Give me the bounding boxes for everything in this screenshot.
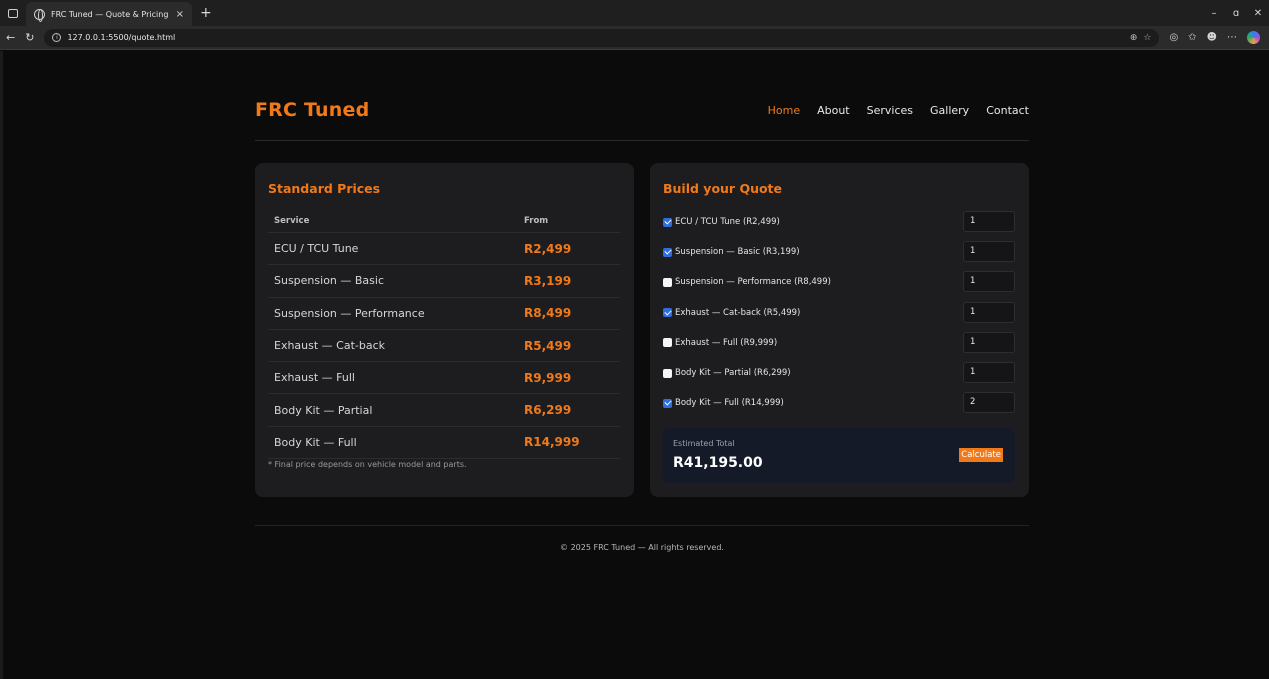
profile-icon[interactable]: ☻ (1207, 32, 1217, 43)
service-price: R3,199 (524, 273, 572, 288)
estimated-total-panel: Estimated Total R41,195.00 Calculate (663, 428, 1015, 483)
item-label[interactable]: Suspension — Basic (R3,199) (675, 247, 800, 257)
nav-about[interactable]: About (817, 104, 850, 117)
quote-item: Body Kit — Full (R14,999) 2 (663, 388, 1015, 418)
service-price: R8,499 (524, 306, 572, 321)
item-label[interactable]: Suspension — Performance (R8,499) (675, 277, 831, 287)
item-checkbox[interactable] (663, 308, 672, 318)
item-checkbox[interactable] (663, 398, 672, 408)
browser-tab[interactable]: FRC Tuned — Quote & Pricing × (26, 2, 192, 26)
service-name: Body Kit — Full (274, 435, 357, 449)
close-window-button[interactable]: ✕ (1247, 8, 1269, 19)
table-row: ECU / TCU Tune R2,499 (268, 233, 620, 266)
refresh-icon[interactable]: ↻ (25, 31, 34, 44)
quantity-input[interactable]: 2 (963, 392, 1015, 414)
site-header: FRC Tuned Home About Services Gallery Co… (255, 99, 1029, 141)
address-bar[interactable]: i 127.0.0.1:5500/quote.html ⊕ ☆ (44, 28, 1160, 47)
toolbar-icons: ◎ ✩ ☻ ⋯ (1169, 31, 1260, 44)
service-column-header: Service (274, 215, 310, 226)
window-controls: – ɑ ✕ (1203, 8, 1269, 19)
quote-item: ECU / TCU Tune (R2,499) 1 (663, 207, 1015, 237)
service-price: R5,499 (524, 338, 572, 353)
page-viewport: FRC Tuned Home About Services Gallery Co… (0, 51, 1269, 679)
quantity-input[interactable]: 1 (963, 211, 1015, 232)
service-name: Suspension — Basic (274, 274, 385, 288)
standard-prices-card: Standard Prices Service From ECU / TCU T… (255, 163, 634, 497)
extensions-icon[interactable]: ◎ (1169, 32, 1178, 43)
item-label[interactable]: Body Kit — Full (R14,999) (675, 398, 784, 408)
quantity-input[interactable]: 1 (963, 361, 1015, 383)
calculate-button[interactable]: Calculate (959, 448, 1003, 462)
item-label[interactable]: ECU / TCU Tune (R2,499) (675, 217, 780, 227)
window-menu-icon[interactable] (0, 0, 26, 26)
item-checkbox[interactable] (663, 368, 672, 378)
service-name: Exhaust — Full (274, 371, 355, 385)
globe-icon (34, 8, 45, 22)
service-name: Exhaust — Cat-back (274, 339, 386, 353)
url-text[interactable]: 127.0.0.1:5500/quote.html (67, 33, 175, 42)
new-tab-button[interactable]: + (200, 5, 212, 21)
price-table: Service From ECU / TCU Tune R2,499 Suspe… (268, 209, 620, 460)
quote-items: ECU / TCU Tune (R2,499) 1 Suspension — B… (663, 207, 1015, 418)
quantity-input[interactable]: 1 (963, 271, 1015, 293)
more-menu-icon[interactable]: ⋯ (1227, 32, 1237, 43)
back-arrow-icon[interactable]: ← (6, 31, 15, 44)
item-label[interactable]: Exhaust — Cat-back (R5,499) (675, 308, 800, 318)
quote-item: Exhaust — Cat-back (R5,499) 1 (663, 298, 1015, 328)
price-disclaimer: * Final price depends on vehicle model a… (268, 460, 467, 469)
service-name: Body Kit — Partial (274, 403, 373, 417)
quantity-input[interactable]: 1 (963, 331, 1015, 353)
quantity-input[interactable]: 1 (963, 301, 1015, 323)
service-price: R9,999 (524, 370, 572, 385)
item-checkbox[interactable] (663, 217, 672, 227)
nav-contact[interactable]: Contact (986, 104, 1029, 117)
quote-item: Suspension — Basic (R3,199) 1 (663, 237, 1015, 267)
item-label[interactable]: Body Kit — Partial (R6,299) (675, 368, 791, 378)
estimated-total-value: R41,195.00 (673, 455, 763, 471)
favorite-star-icon[interactable]: ☆ (1143, 33, 1151, 43)
site-info-icon[interactable]: i (52, 33, 62, 42)
build-quote-card: Build your Quote ECU / TCU Tune (R2,499)… (650, 163, 1029, 497)
copilot-icon[interactable] (1247, 31, 1260, 44)
service-name: Suspension — Performance (274, 306, 425, 320)
service-price: R6,299 (524, 403, 572, 418)
table-row: Exhaust — Full R9,999 (268, 362, 620, 395)
quote-item: Exhaust — Full (R9,999) 1 (663, 328, 1015, 358)
zoom-icon[interactable]: ⊕ (1130, 33, 1138, 43)
tab-close-icon[interactable]: × (176, 9, 184, 20)
price-table-header: Service From (268, 209, 620, 233)
restore-button[interactable]: ɑ (1225, 8, 1247, 19)
item-checkbox[interactable] (663, 277, 672, 287)
quote-item: Suspension — Performance (R8,499) 1 (663, 267, 1015, 297)
standard-prices-title: Standard Prices (268, 181, 381, 196)
table-row: Suspension — Basic R3,199 (268, 265, 620, 298)
footer-divider (255, 525, 1029, 526)
browser-toolbar: ← ↻ i 127.0.0.1:5500/quote.html ⊕ ☆ ◎ ✩ … (0, 26, 1269, 50)
quote-item: Body Kit — Partial (R6,299) 1 (663, 358, 1015, 388)
nav-services[interactable]: Services (867, 104, 913, 117)
nav-home[interactable]: Home (768, 104, 800, 117)
table-row: Body Kit — Partial R6,299 (268, 394, 620, 427)
table-row: Exhaust — Cat-back R5,499 (268, 330, 620, 363)
table-row: Body Kit — Full R14,999 (268, 427, 620, 460)
quantity-input[interactable]: 1 (963, 241, 1015, 263)
browser-tab-bar: FRC Tuned — Quote & Pricing × + – ɑ ✕ (0, 0, 1269, 26)
minimize-button[interactable]: – (1203, 8, 1225, 19)
site-footer: © 2025 FRC Tuned — All rights reserved. (560, 543, 724, 552)
nav-gallery[interactable]: Gallery (930, 104, 969, 117)
service-name: ECU / TCU Tune (274, 242, 359, 256)
service-price: R2,499 (524, 241, 572, 256)
main-nav: Home About Services Gallery Contact (768, 104, 1029, 117)
item-checkbox[interactable] (663, 338, 672, 348)
build-quote-title: Build your Quote (663, 181, 783, 196)
favorites-icon[interactable]: ✩ (1188, 32, 1196, 43)
estimated-total-label: Estimated Total (673, 439, 735, 448)
item-checkbox[interactable] (663, 247, 672, 257)
item-label[interactable]: Exhaust — Full (R9,999) (675, 338, 777, 348)
table-row: Suspension — Performance R8,499 (268, 298, 620, 330)
from-column-header: From (524, 215, 549, 226)
service-price: R14,999 (524, 435, 580, 450)
site-logo[interactable]: FRC Tuned (255, 99, 369, 121)
tab-title: FRC Tuned — Quote & Pricing (51, 9, 169, 19)
